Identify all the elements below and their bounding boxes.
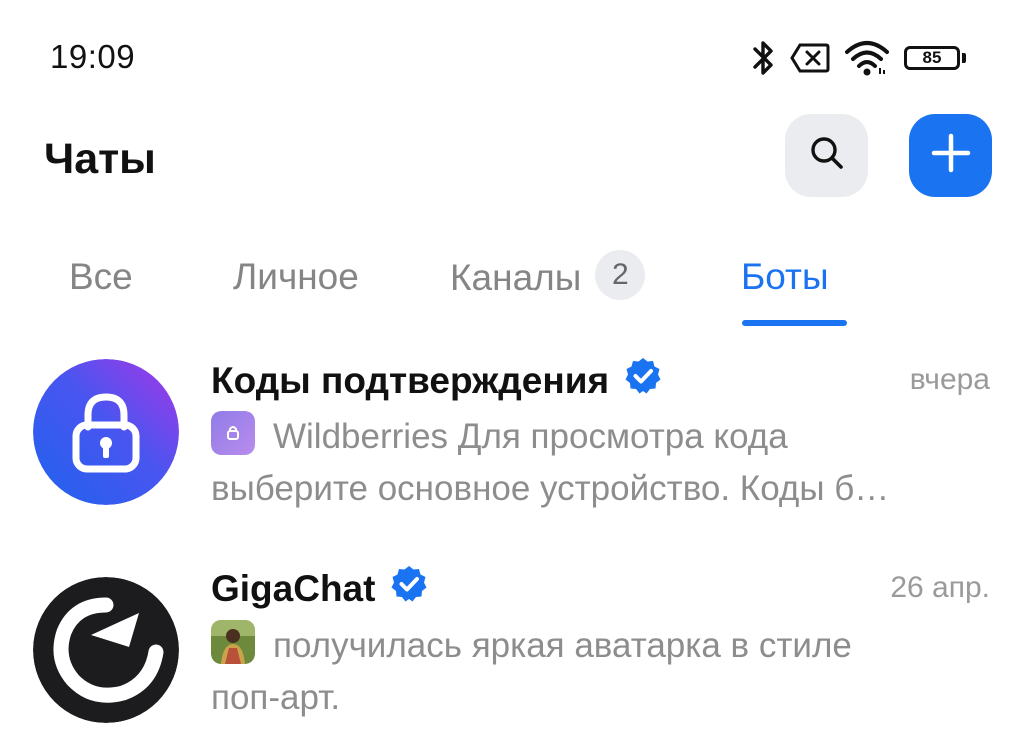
wifi-icon xyxy=(844,40,890,76)
filter-tabs: Все Личное Каналы 2 Боты xyxy=(0,240,1024,330)
search-button[interactable] xyxy=(785,114,868,197)
tab-bots[interactable]: Боты xyxy=(741,256,829,298)
unread-count-badge: 2 xyxy=(595,250,646,300)
page-title: Чаты xyxy=(44,135,156,183)
status-bar: 19:09 85 xyxy=(0,0,1024,118)
tab-label: Личное xyxy=(233,256,359,297)
plus-icon xyxy=(931,133,971,178)
wildberries-thumb-icon xyxy=(211,411,255,455)
chat-list-item[interactable]: GigaChat 26 апр. получилась яркая аватар… xyxy=(0,553,1024,737)
active-tab-indicator xyxy=(742,320,847,326)
battery-icon: 85 xyxy=(904,43,966,73)
chat-preview: получилась яркая аватарка в стиле поп-ар… xyxy=(211,620,991,724)
chat-name: GigaChat xyxy=(211,564,429,613)
image-thumb-icon xyxy=(211,620,255,664)
chat-name: Коды подтверждения xyxy=(211,356,663,405)
tab-label: Каналы xyxy=(450,257,582,298)
battery-level: 85 xyxy=(922,48,942,67)
chat-list-item[interactable]: Коды подтверждения вчера Wildberries Для… xyxy=(0,345,1024,540)
tab-personal[interactable]: Личное xyxy=(233,256,359,298)
avatar xyxy=(33,359,179,505)
tab-all[interactable]: Все xyxy=(69,256,133,298)
chat-time: вчера xyxy=(909,363,990,396)
tab-label: Все xyxy=(69,256,133,297)
avatar xyxy=(33,577,179,723)
new-chat-button[interactable] xyxy=(909,114,992,197)
status-time: 19:09 xyxy=(50,38,136,75)
verified-badge-icon xyxy=(389,564,429,613)
chat-preview: Wildberries Для просмотра кода выберите … xyxy=(211,411,991,515)
preview-line: Wildberries Для просмотра кода xyxy=(273,417,788,456)
chat-title: GigaChat xyxy=(211,567,376,609)
preview-line: выберите основное устройство. Коды б… xyxy=(211,469,890,508)
preview-line: поп-арт. xyxy=(211,678,341,717)
preview-line: получилась яркая аватарка в стиле xyxy=(273,626,852,665)
search-icon xyxy=(809,135,845,176)
no-sim-icon xyxy=(790,42,830,74)
verified-badge-icon xyxy=(623,356,663,405)
status-icons: 85 xyxy=(752,38,966,78)
chat-time: 26 апр. xyxy=(890,571,990,604)
chat-title: Коды подтверждения xyxy=(211,359,610,401)
tab-channels[interactable]: Каналы 2 xyxy=(450,250,646,300)
gigachat-logo-icon xyxy=(33,577,179,723)
tab-label: Боты xyxy=(741,256,829,297)
bluetooth-icon xyxy=(752,39,776,77)
